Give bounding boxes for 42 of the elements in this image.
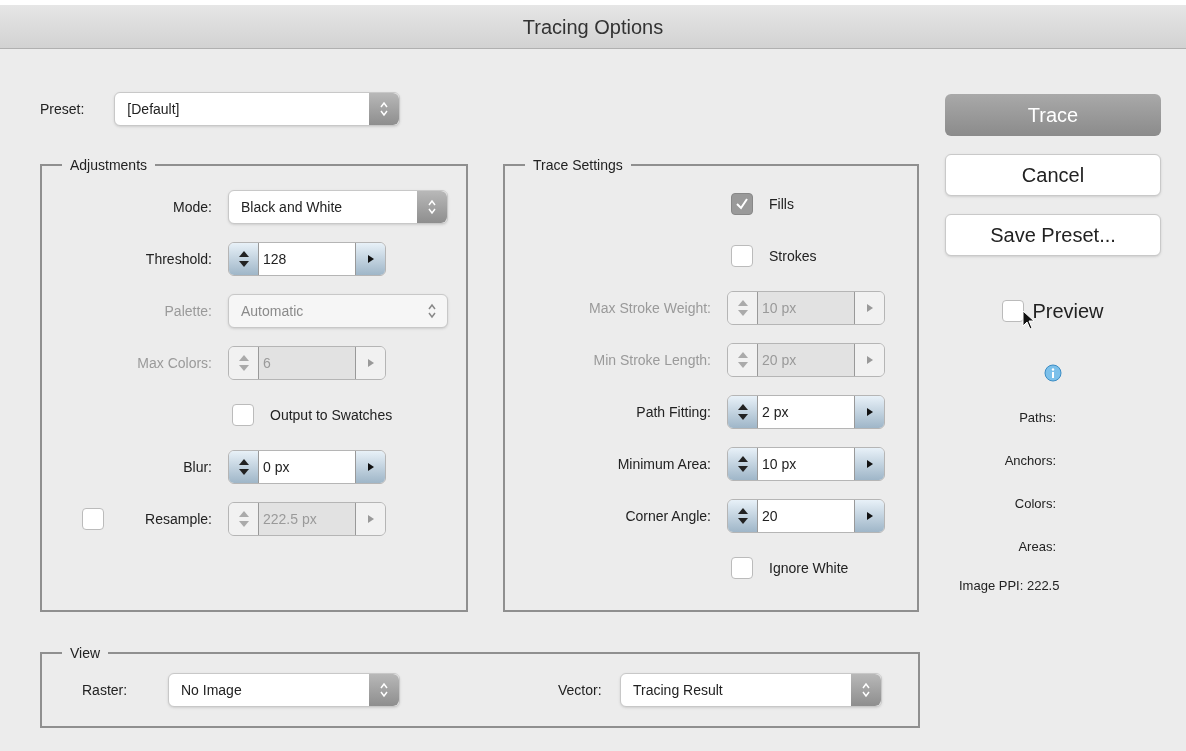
dropdown[interactable]: No Image: [168, 673, 400, 707]
updown-chevron-icon: [379, 682, 389, 698]
checkbox-label: Preview: [1032, 299, 1104, 324]
stat-label: Colors:: [1014, 495, 1056, 513]
checkbox-label: Fills: [769, 194, 794, 214]
dialog-button[interactable]: Save Preset...: [945, 214, 1161, 256]
field-label: Minimum Area:: [617, 454, 711, 474]
updown-chevron-icon: [427, 303, 437, 319]
field-label: Mode:: [173, 197, 212, 217]
field-label: Min Stroke Length:: [593, 350, 711, 370]
checkbox-label: Strokes: [769, 246, 817, 266]
updown-chevron-icon: [379, 101, 390, 117]
info-icon: [1043, 364, 1063, 384]
checkbox[interactable]: [232, 404, 254, 426]
dropdown[interactable]: [Default]: [114, 92, 401, 126]
field-label: Max Stroke Weight:: [589, 298, 711, 318]
stat-label: Areas:: [1018, 538, 1056, 556]
checkbox-label: Ignore White: [769, 558, 849, 578]
checkbox-label: Resample:: [145, 509, 212, 529]
window-title: Tracing Options: [522, 14, 664, 40]
image-ppi-text: Image PPI: 222.5: [959, 577, 1060, 595]
checkbox[interactable]: [1002, 300, 1025, 322]
field-label: Threshold:: [145, 249, 212, 269]
field-label: Max Colors:: [137, 353, 212, 373]
field-label: Raster:: [82, 680, 129, 700]
dialog-button[interactable]: Cancel: [945, 154, 1161, 196]
dropdown[interactable]: Black and White: [228, 190, 448, 224]
updown-chevron-icon: [427, 199, 437, 215]
stat-label: Anchors:: [1004, 452, 1056, 470]
field-label: Preset:: [40, 99, 85, 119]
check-icon: [735, 197, 749, 211]
checkbox-label: Output to Swatches: [270, 405, 393, 425]
field-label: Corner Angle:: [625, 506, 711, 526]
field-label: Path Fitting:: [636, 402, 711, 422]
field-label: Palette:: [164, 301, 212, 321]
stat-label: Paths:: [1019, 409, 1056, 427]
checkbox[interactable]: [731, 557, 753, 579]
field-label: Vector:: [558, 680, 603, 700]
dropdown[interactable]: Tracing Result: [620, 673, 882, 707]
field-label: Blur:: [183, 457, 212, 477]
checkbox[interactable]: [731, 245, 753, 267]
updown-chevron-icon: [861, 682, 871, 698]
